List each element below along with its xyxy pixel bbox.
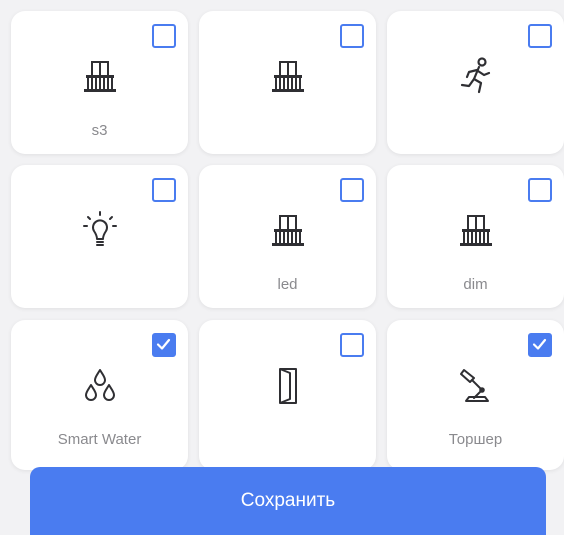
- device-card[interactable]: [387, 11, 564, 154]
- device-checkbox[interactable]: [528, 178, 552, 202]
- door-icon: [278, 368, 297, 404]
- device-card[interactable]: Торшер: [387, 320, 564, 470]
- desk-lamp-icon: [459, 369, 489, 402]
- water-drops-icon: [84, 369, 115, 401]
- device-checkbox[interactable]: [528, 24, 552, 48]
- device-checkbox[interactable]: [152, 178, 176, 202]
- device-label: s3: [91, 122, 108, 139]
- device-card[interactable]: [199, 11, 376, 154]
- device-label: Торшер: [448, 431, 503, 448]
- balcony-icon: [271, 61, 304, 92]
- device-card[interactable]: s3: [11, 11, 188, 154]
- device-card[interactable]: [11, 165, 188, 308]
- checkmark-icon: [532, 338, 547, 350]
- device-grid: s3 led dim Smart Water Торшер: [0, 0, 564, 535]
- lightbulb-icon: [82, 211, 117, 246]
- device-label: Smart Water: [57, 431, 142, 448]
- device-checkbox[interactable]: [340, 178, 364, 202]
- device-label: dim: [463, 276, 488, 293]
- device-card[interactable]: dim: [387, 165, 564, 308]
- device-checkbox[interactable]: [340, 333, 364, 357]
- device-checkbox[interactable]: [340, 24, 364, 48]
- device-card[interactable]: led: [199, 165, 376, 308]
- running-person-icon: [460, 57, 490, 94]
- save-button[interactable]: Сохранить: [30, 467, 546, 535]
- balcony-icon: [271, 215, 304, 246]
- checkmark-icon: [156, 338, 171, 350]
- device-card[interactable]: Smart Water: [11, 320, 188, 470]
- device-card[interactable]: [199, 320, 376, 470]
- balcony-icon: [459, 215, 492, 246]
- device-checkbox[interactable]: [152, 333, 176, 357]
- device-checkbox[interactable]: [528, 333, 552, 357]
- balcony-icon: [83, 61, 116, 92]
- device-label: led: [277, 276, 298, 293]
- device-checkbox[interactable]: [152, 24, 176, 48]
